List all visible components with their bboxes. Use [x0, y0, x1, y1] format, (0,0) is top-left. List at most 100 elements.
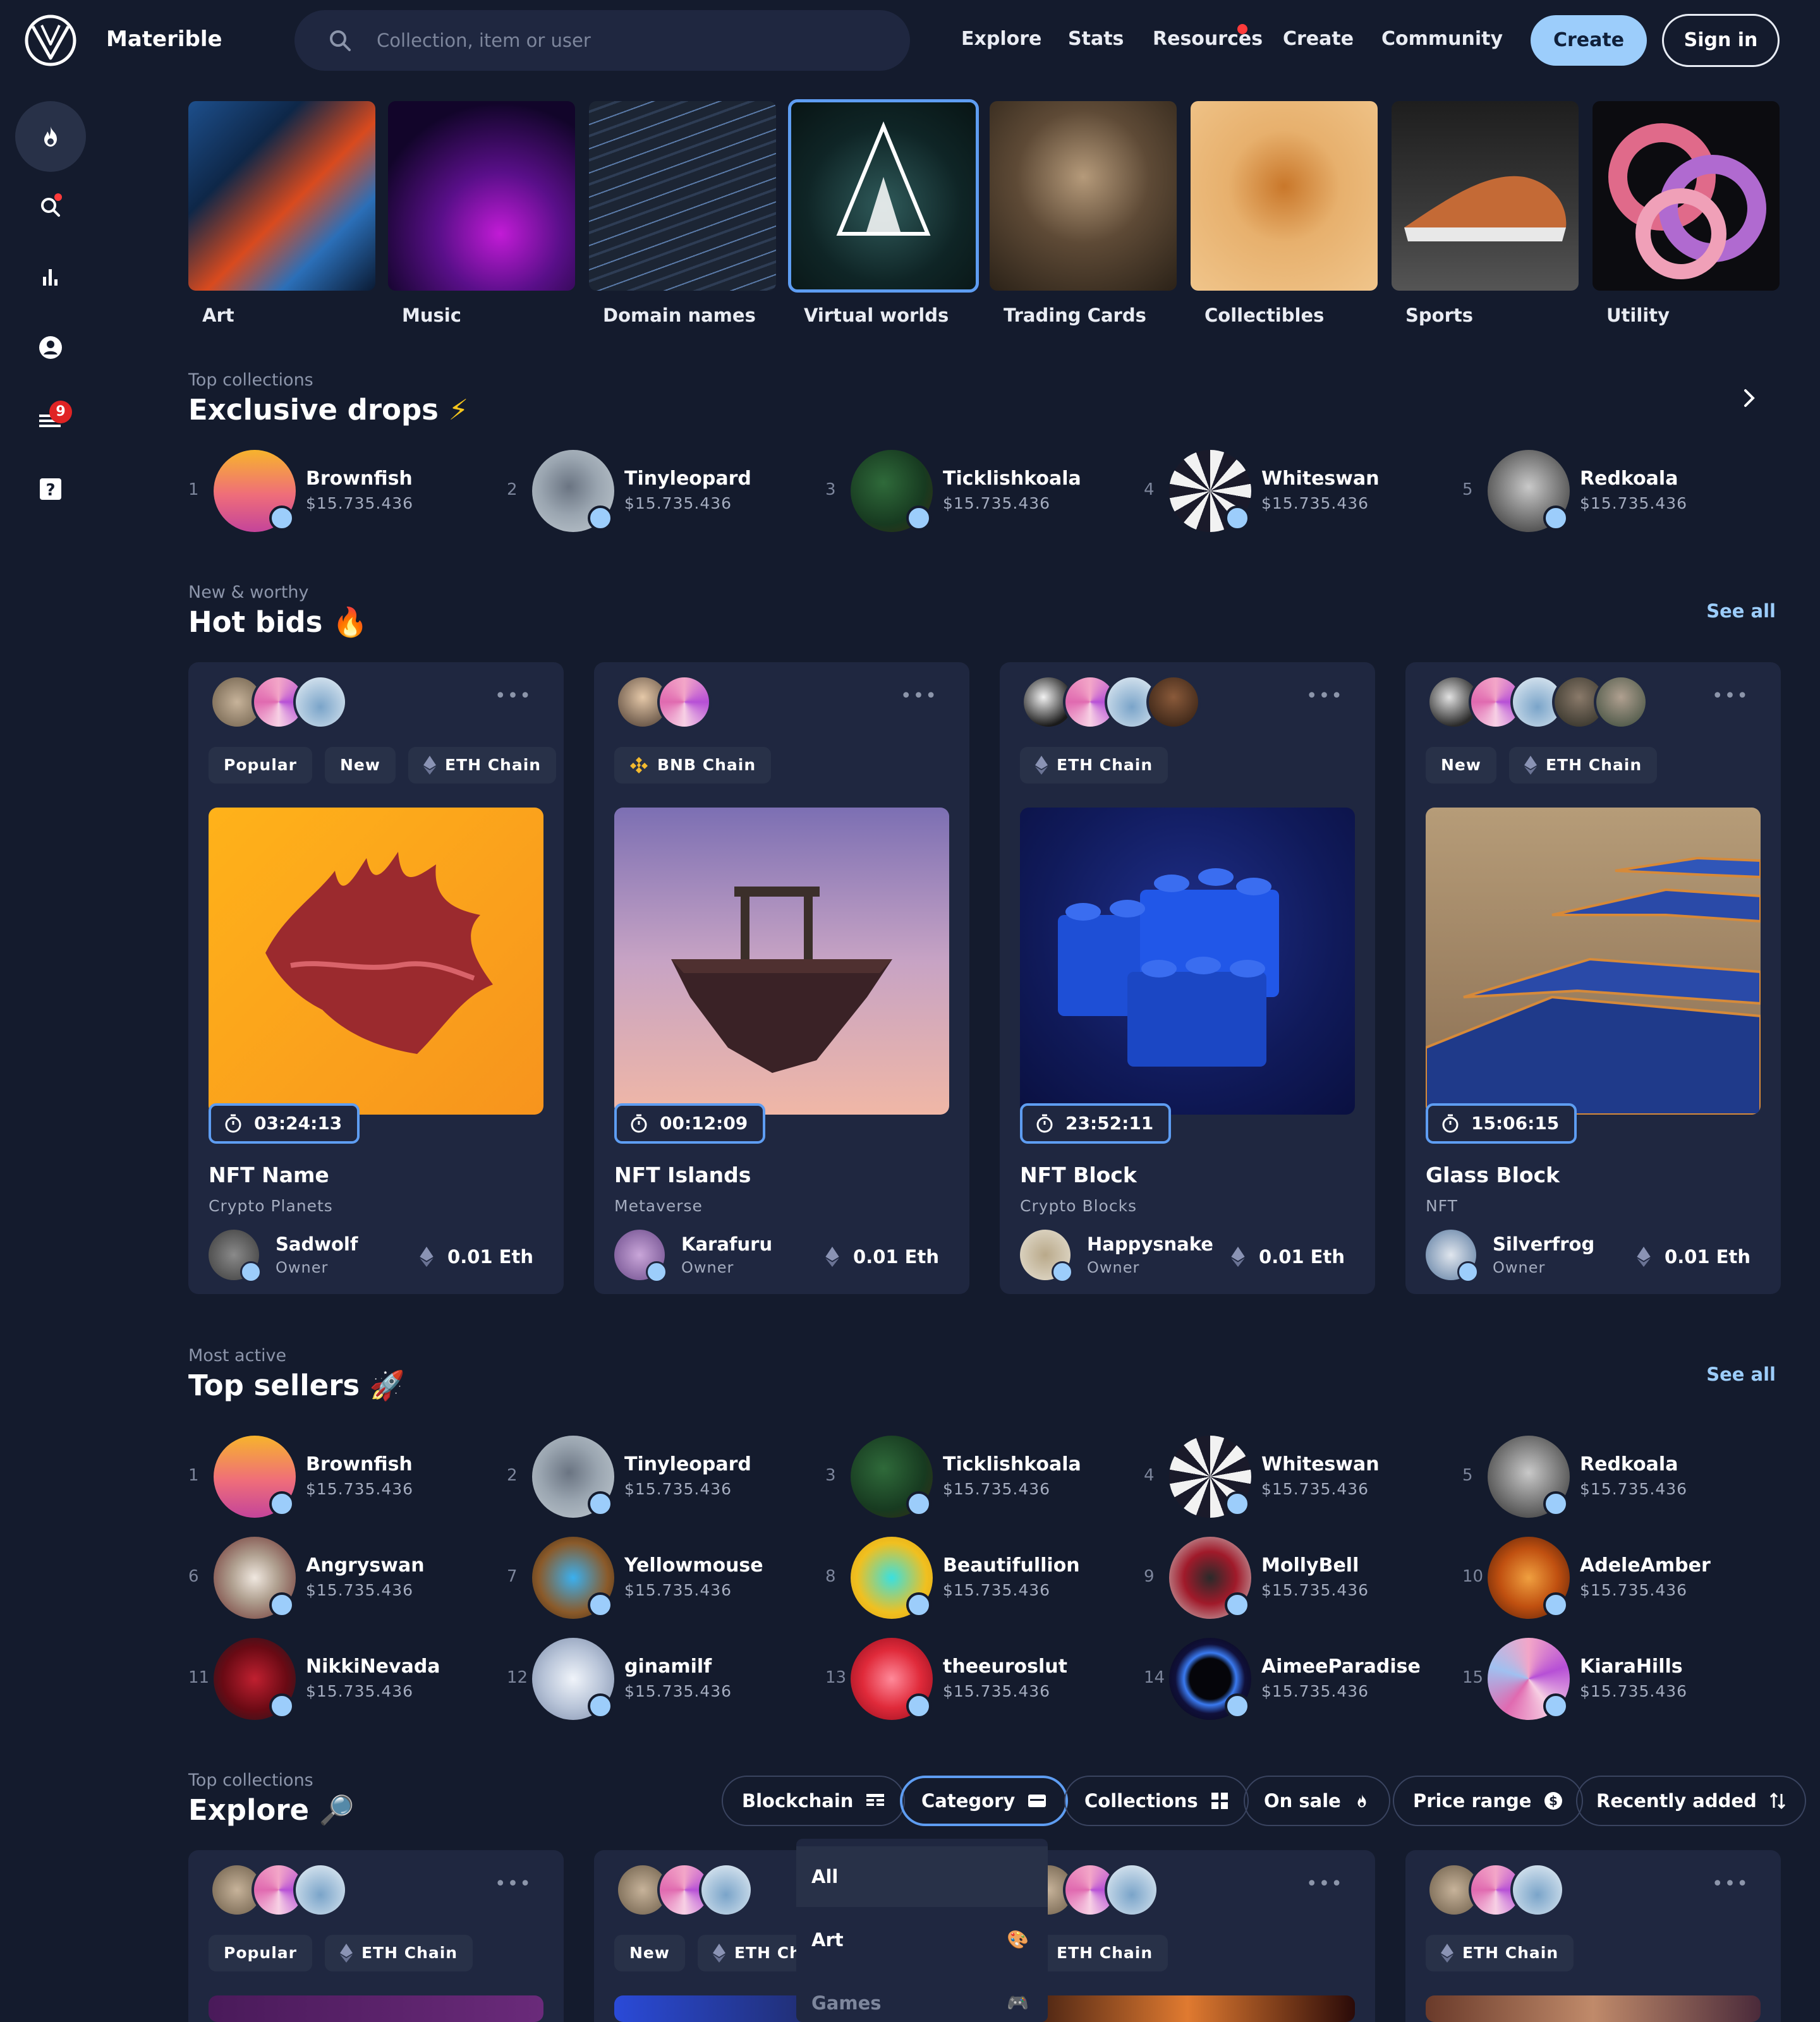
exclusive-user[interactable]: 4 Whiteswan $15.735.436	[1144, 450, 1447, 532]
more-options-icon[interactable]: •••	[1306, 685, 1344, 707]
category-virtual-worlds[interactable]: Virtual worlds	[788, 99, 979, 326]
nft-image[interactable]	[209, 1995, 543, 2022]
nft-collection[interactable]: Metaverse	[614, 1197, 703, 1215]
seller-entry[interactable]: 13 theeuroslut $15.735.436	[825, 1638, 1129, 1720]
nft-image[interactable]	[209, 808, 543, 1115]
tag[interactable]: New	[1426, 747, 1496, 784]
filter-recently-added[interactable]: Recently added	[1576, 1776, 1806, 1826]
tag[interactable]: New	[614, 1935, 685, 1971]
sidebar-search[interactable]	[15, 171, 86, 241]
dropdown-option-all[interactable]: All	[796, 1846, 1048, 1907]
seller-entry[interactable]: 11 NikkiNevada $15.735.436	[188, 1638, 492, 1720]
seller-entry[interactable]: 6 Angryswan $15.735.436	[188, 1537, 492, 1619]
nft-image[interactable]	[1020, 808, 1355, 1115]
filter-category[interactable]: Category	[900, 1776, 1069, 1826]
nav-explore[interactable]: Explore	[961, 28, 1041, 50]
filter-blockchain[interactable]: Blockchain	[722, 1776, 906, 1826]
nft-image[interactable]	[1426, 1995, 1761, 2022]
nft-card[interactable]: ••• ETH Chain 23:52:11 NFT Block Crypto …	[1000, 662, 1375, 1294]
nft-collection[interactable]: Crypto Planets	[209, 1197, 333, 1215]
seller-entry[interactable]: 7 Yellowmouse $15.735.436	[507, 1537, 810, 1619]
sellers-see-all-link[interactable]: See all	[1706, 1364, 1776, 1385]
chain-tag[interactable]: ETH Chain	[1426, 1935, 1574, 1971]
seller-entry[interactable]: 4 Whiteswan $15.735.436	[1144, 1436, 1447, 1518]
tag[interactable]: New	[324, 747, 396, 784]
exclusive-user[interactable]: 5 Redkoala $15.735.436	[1462, 450, 1766, 532]
owner-name[interactable]: Karafuru	[681, 1233, 772, 1255]
seller-entry[interactable]: 2 Tinyleopard $15.735.436	[507, 1436, 810, 1518]
seller-entry[interactable]: 14 AimeeParadise $15.735.436	[1144, 1638, 1447, 1720]
search-bar[interactable]	[294, 10, 910, 71]
seller-entry[interactable]: 12 ginamilf $15.735.436	[507, 1638, 810, 1720]
nft-name[interactable]: NFT Islands	[614, 1163, 751, 1187]
nft-card[interactable]: ••• BNB Chain 00:12:09 NFT Islands Metav…	[594, 662, 969, 1294]
seller-entry[interactable]: 5 Redkoala $15.735.436	[1462, 1436, 1766, 1518]
filter-on-sale[interactable]: On sale	[1244, 1776, 1390, 1826]
hot-see-all-link[interactable]: See all	[1706, 600, 1776, 622]
nft-image[interactable]	[1426, 808, 1761, 1115]
category-sports[interactable]: Sports	[1392, 101, 1579, 326]
more-options-icon[interactable]: •••	[901, 685, 938, 707]
nft-name[interactable]: Glass Block	[1426, 1163, 1560, 1187]
sign-in-button[interactable]: Sign in	[1662, 14, 1780, 67]
sidebar-hot[interactable]	[15, 101, 86, 172]
category-collectibles[interactable]: Collectibles	[1191, 101, 1378, 326]
chain-tag[interactable]: ETH Chain	[1020, 747, 1168, 784]
nft-collection[interactable]: Crypto Blocks	[1020, 1197, 1137, 1215]
seller-entry[interactable]: 1 Brownfish $15.735.436	[188, 1436, 492, 1518]
explore-card[interactable]: ••• ETH Chain	[1405, 1850, 1781, 2022]
nft-card[interactable]: ••• New ETH Chain 15:06:15 Glass Block N…	[1405, 662, 1781, 1294]
category-utility[interactable]: Utility	[1592, 101, 1780, 326]
brand-name[interactable]: Materible	[106, 27, 222, 52]
sidebar-stats[interactable]	[15, 241, 86, 312]
dropdown-option-art[interactable]: Art 🎨	[796, 1908, 1048, 1971]
more-options-icon[interactable]: •••	[1306, 1873, 1344, 1895]
owner-name[interactable]: Silverfrog	[1493, 1233, 1594, 1255]
owner-name[interactable]: Happysnake	[1087, 1233, 1213, 1255]
nav-community[interactable]: Community	[1381, 28, 1503, 50]
category-domain-names[interactable]: Domain names	[589, 101, 776, 326]
more-options-icon[interactable]: •••	[495, 1873, 532, 1895]
nft-image[interactable]	[1020, 1995, 1355, 2022]
category-art[interactable]: Art	[188, 101, 375, 326]
more-options-icon[interactable]: •••	[495, 685, 532, 707]
logo-icon[interactable]	[24, 14, 77, 67]
exclusive-user[interactable]: 1 Brownfish $15.735.436	[188, 450, 492, 532]
nft-name[interactable]: NFT Block	[1020, 1163, 1137, 1187]
chain-tag[interactable]: ETH Chain	[324, 1935, 473, 1971]
chain-tag[interactable]: ETH Chain	[408, 747, 557, 784]
seller-entry[interactable]: 8 Beautifullion $15.735.436	[825, 1537, 1129, 1619]
owner-name[interactable]: Sadwolf	[276, 1233, 358, 1255]
category-music[interactable]: Music	[388, 101, 575, 326]
search-input[interactable]	[375, 24, 881, 57]
tag[interactable]: Popular	[209, 747, 312, 784]
chain-tag[interactable]: ETH Chain	[1508, 747, 1658, 784]
seller-entry[interactable]: 10 AdeleAmber $15.735.436	[1462, 1537, 1766, 1619]
category-trading-cards[interactable]: Trading Cards	[990, 101, 1177, 326]
nft-collection[interactable]: NFT	[1426, 1197, 1458, 1215]
explore-card[interactable]: ••• Popular ETH Chain	[188, 1850, 564, 2022]
chain-tag[interactable]: BNB Chain	[614, 747, 772, 784]
nft-name[interactable]: NFT Name	[209, 1163, 329, 1187]
sidebar-help[interactable]: ?	[15, 454, 86, 524]
nav-stats[interactable]: Stats	[1068, 28, 1124, 50]
filter-price-range[interactable]: Price range $	[1393, 1776, 1584, 1826]
nft-card[interactable]: ••• Popular New ETH Chain 03:24:13 NFT N…	[188, 662, 564, 1294]
exclusive-user[interactable]: 3 Ticklishkoala $15.735.436	[825, 450, 1129, 532]
dropdown-option-games[interactable]: Games 🎮	[796, 1971, 1048, 2022]
seller-entry[interactable]: 9 MollyBell $15.735.436	[1144, 1537, 1447, 1619]
explore-card[interactable]: ••• ETH Chain	[1000, 1850, 1375, 2022]
exclusive-user[interactable]: 2 Tinyleopard $15.735.436	[507, 450, 810, 532]
more-options-icon[interactable]: •••	[1712, 685, 1749, 707]
seller-entry[interactable]: 3 Ticklishkoala $15.735.436	[825, 1436, 1129, 1518]
create-button[interactable]: Create	[1531, 15, 1647, 66]
nft-image[interactable]	[614, 808, 949, 1115]
nav-create[interactable]: Create	[1283, 28, 1354, 50]
sidebar-profile[interactable]	[15, 312, 86, 383]
seller-entry[interactable]: 15 KiaraHills $15.735.436	[1462, 1638, 1766, 1720]
next-arrow-icon[interactable]	[1737, 385, 1762, 411]
filter-collections[interactable]: Collections	[1064, 1776, 1249, 1826]
tag[interactable]: Popular	[209, 1935, 312, 1971]
more-options-icon[interactable]: •••	[1712, 1873, 1749, 1895]
sidebar-activity[interactable]	[15, 383, 86, 454]
